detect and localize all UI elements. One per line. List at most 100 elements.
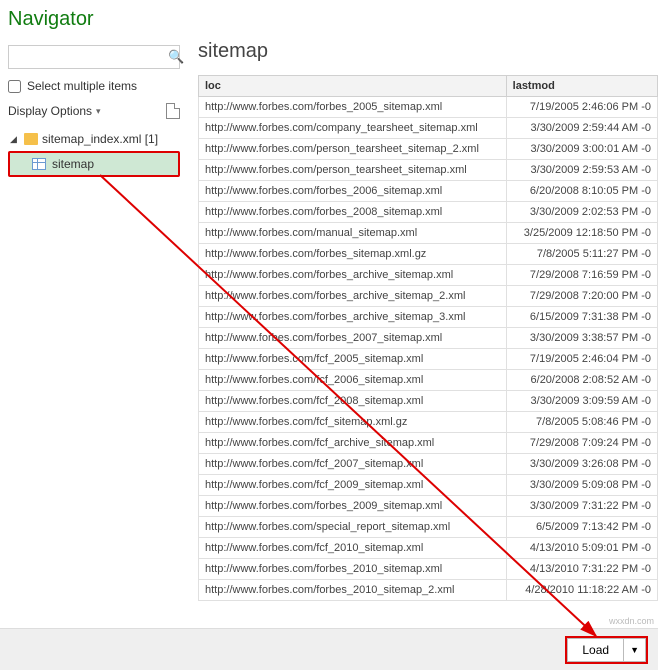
cell-loc: http://www.forbes.com/fcf_sitemap.xml.gz	[199, 412, 507, 433]
cell-lastmod: 7/19/2005 2:46:06 PM -0	[506, 97, 657, 118]
table-row[interactable]: http://www.forbes.com/fcf_archive_sitema…	[199, 433, 658, 454]
table-row[interactable]: http://www.forbes.com/fcf_2006_sitemap.x…	[199, 370, 658, 391]
chevron-down-icon: ▾	[96, 106, 101, 117]
preview-title: sitemap	[198, 40, 658, 63]
tree-child-sitemap[interactable]: sitemap	[8, 151, 180, 177]
table-row[interactable]: http://www.forbes.com/special_report_sit…	[199, 517, 658, 538]
select-multiple-checkbox[interactable]	[8, 80, 21, 93]
search-box[interactable]: 🔍	[8, 45, 180, 69]
table-icon	[32, 158, 46, 170]
cell-lastmod: 3/30/2009 2:59:53 AM -0	[506, 160, 657, 181]
table-row[interactable]: http://www.forbes.com/forbes_archive_sit…	[199, 265, 658, 286]
table-row[interactable]: http://www.forbes.com/forbes_archive_sit…	[199, 307, 658, 328]
cell-loc: http://www.forbes.com/special_report_sit…	[199, 517, 507, 538]
cell-loc: http://www.forbes.com/fcf_2010_sitemap.x…	[199, 538, 507, 559]
cell-lastmod: 3/30/2009 3:26:08 PM -0	[506, 454, 657, 475]
table-row[interactable]: http://www.forbes.com/person_tearsheet_s…	[199, 139, 658, 160]
tree-root-node[interactable]: ◢ sitemap_index.xml [1]	[8, 129, 180, 149]
load-dropdown-button[interactable]: ▼	[624, 638, 646, 662]
cell-loc: http://www.forbes.com/fcf_2006_sitemap.x…	[199, 370, 507, 391]
cell-loc: http://www.forbes.com/forbes_2009_sitema…	[199, 496, 507, 517]
cell-loc: http://www.forbes.com/forbes_sitemap.xml…	[199, 244, 507, 265]
load-button[interactable]: Load	[567, 638, 624, 662]
search-icon[interactable]: 🔍	[168, 49, 184, 65]
cell-loc: http://www.forbes.com/forbes_2008_sitema…	[199, 202, 507, 223]
select-multiple-label: Select multiple items	[27, 79, 137, 93]
cell-loc: http://www.forbes.com/forbes_archive_sit…	[199, 307, 507, 328]
search-input[interactable]	[13, 50, 168, 64]
display-options-dropdown[interactable]: Display Options ▾	[8, 104, 101, 118]
watermark: wxxdn.com	[609, 616, 654, 626]
cell-lastmod: 6/15/2009 7:31:38 PM -0	[506, 307, 657, 328]
cell-lastmod: 3/25/2009 12:18:50 PM -0	[506, 223, 657, 244]
cell-lastmod: 3/30/2009 3:09:59 AM -0	[506, 391, 657, 412]
cell-loc: http://www.forbes.com/forbes_2006_sitema…	[199, 181, 507, 202]
table-row[interactable]: http://www.forbes.com/forbes_2010_sitema…	[199, 559, 658, 580]
folder-icon	[24, 133, 38, 145]
cell-loc: http://www.forbes.com/person_tearsheet_s…	[199, 139, 507, 160]
table-row[interactable]: http://www.forbes.com/fcf_2005_sitemap.x…	[199, 349, 658, 370]
navigator-pane: Navigator 🔍 Select multiple items Displa…	[0, 0, 190, 628]
tree-child-label: sitemap	[52, 157, 94, 171]
cell-loc: http://www.forbes.com/person_tearsheet_s…	[199, 160, 507, 181]
cell-loc: http://www.forbes.com/forbes_2005_sitema…	[199, 97, 507, 118]
cell-lastmod: 7/8/2005 5:11:27 PM -0	[506, 244, 657, 265]
cell-loc: http://www.forbes.com/company_tearsheet_…	[199, 118, 507, 139]
col-header-loc[interactable]: loc	[199, 76, 507, 97]
cell-loc: http://www.forbes.com/fcf_2005_sitemap.x…	[199, 349, 507, 370]
load-button-group: Load ▼	[565, 636, 648, 664]
cell-lastmod: 7/29/2008 7:20:00 PM -0	[506, 286, 657, 307]
cell-lastmod: 7/19/2005 2:46:04 PM -0	[506, 349, 657, 370]
table-row[interactable]: http://www.forbes.com/fcf_sitemap.xml.gz…	[199, 412, 658, 433]
cell-lastmod: 6/20/2008 2:08:52 AM -0	[506, 370, 657, 391]
collapse-icon[interactable]: ◢	[10, 134, 20, 145]
cell-loc: http://www.forbes.com/forbes_2007_sitema…	[199, 328, 507, 349]
dialog-footer: Load ▼	[0, 628, 658, 670]
table-row[interactable]: http://www.forbes.com/forbes_2008_sitema…	[199, 202, 658, 223]
cell-lastmod: 4/13/2010 7:31:22 PM -0	[506, 559, 657, 580]
table-row[interactable]: http://www.forbes.com/fcf_2010_sitemap.x…	[199, 538, 658, 559]
cell-loc: http://www.forbes.com/forbes_2010_sitema…	[199, 559, 507, 580]
cell-lastmod: 3/30/2009 3:00:01 AM -0	[506, 139, 657, 160]
cell-loc: http://www.forbes.com/fcf_2007_sitemap.x…	[199, 454, 507, 475]
cell-lastmod: 7/8/2005 5:08:46 PM -0	[506, 412, 657, 433]
cell-lastmod: 7/29/2008 7:09:24 PM -0	[506, 433, 657, 454]
table-row[interactable]: http://www.forbes.com/company_tearsheet_…	[199, 118, 658, 139]
cell-lastmod: 3/30/2009 5:09:08 PM -0	[506, 475, 657, 496]
cell-lastmod: 7/29/2008 7:16:59 PM -0	[506, 265, 657, 286]
cell-lastmod: 3/30/2009 7:31:22 PM -0	[506, 496, 657, 517]
select-multiple-row[interactable]: Select multiple items	[8, 79, 180, 93]
table-row[interactable]: http://www.forbes.com/forbes_2007_sitema…	[199, 328, 658, 349]
preview-grid: loc lastmod http://www.forbes.com/forbes…	[198, 75, 658, 628]
refresh-icon[interactable]	[166, 103, 180, 119]
table-row[interactable]: http://www.forbes.com/forbes_2006_sitema…	[199, 181, 658, 202]
cell-lastmod: 4/13/2010 5:09:01 PM -0	[506, 538, 657, 559]
col-header-lastmod[interactable]: lastmod	[506, 76, 657, 97]
cell-loc: http://www.forbes.com/fcf_2008_sitemap.x…	[199, 391, 507, 412]
cell-lastmod: 4/28/2010 11:18:22 AM -0	[506, 580, 657, 601]
table-row[interactable]: http://www.forbes.com/manual_sitemap.xml…	[199, 223, 658, 244]
cell-lastmod: 3/30/2009 3:38:57 PM -0	[506, 328, 657, 349]
navigator-title: Navigator	[8, 8, 180, 31]
table-row[interactable]: http://www.forbes.com/forbes_2009_sitema…	[199, 496, 658, 517]
cell-lastmod: 3/30/2009 2:02:53 PM -0	[506, 202, 657, 223]
cell-lastmod: 6/5/2009 7:13:42 PM -0	[506, 517, 657, 538]
cell-loc: http://www.forbes.com/fcf_2009_sitemap.x…	[199, 475, 507, 496]
preview-pane: sitemap loc lastmod http://www.forbes.co…	[190, 0, 658, 628]
table-row[interactable]: http://www.forbes.com/fcf_2007_sitemap.x…	[199, 454, 658, 475]
table-row[interactable]: http://www.forbes.com/forbes_2010_sitema…	[199, 580, 658, 601]
cell-loc: http://www.forbes.com/fcf_archive_sitema…	[199, 433, 507, 454]
table-row[interactable]: http://www.forbes.com/forbes_sitemap.xml…	[199, 244, 658, 265]
tree-root-label: sitemap_index.xml [1]	[42, 132, 158, 146]
cell-loc: http://www.forbes.com/manual_sitemap.xml	[199, 223, 507, 244]
table-row[interactable]: http://www.forbes.com/person_tearsheet_s…	[199, 160, 658, 181]
table-row[interactable]: http://www.forbes.com/forbes_archive_sit…	[199, 286, 658, 307]
cell-lastmod: 6/20/2008 8:10:05 PM -0	[506, 181, 657, 202]
cell-loc: http://www.forbes.com/forbes_2010_sitema…	[199, 580, 507, 601]
display-options-label: Display Options	[8, 104, 92, 118]
cell-loc: http://www.forbes.com/forbes_archive_sit…	[199, 286, 507, 307]
table-row[interactable]: http://www.forbes.com/forbes_2005_sitema…	[199, 97, 658, 118]
table-row[interactable]: http://www.forbes.com/fcf_2008_sitemap.x…	[199, 391, 658, 412]
table-row[interactable]: http://www.forbes.com/fcf_2009_sitemap.x…	[199, 475, 658, 496]
cell-loc: http://www.forbes.com/forbes_archive_sit…	[199, 265, 507, 286]
